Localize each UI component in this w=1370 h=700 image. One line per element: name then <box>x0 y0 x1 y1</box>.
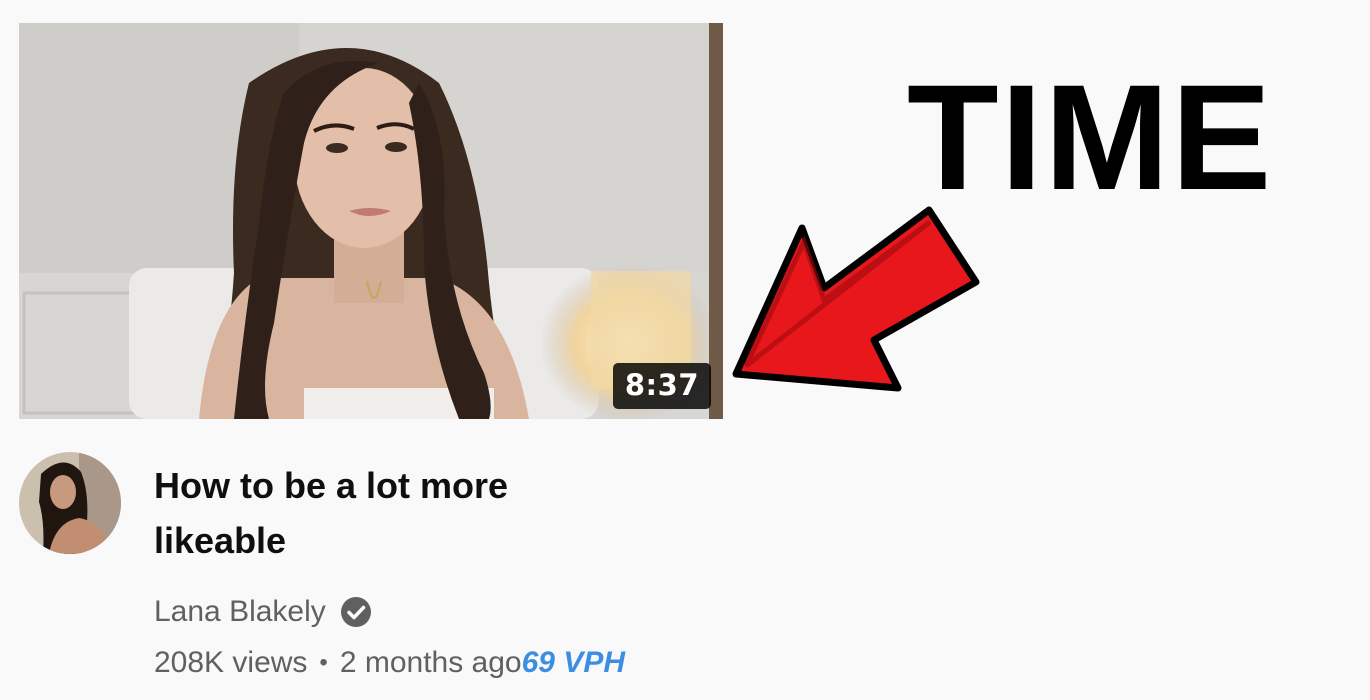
upload-age: 2 months ago <box>339 646 522 679</box>
channel-row: Lana Blakely <box>154 591 625 633</box>
thumbnail-image <box>19 23 723 419</box>
channel-avatar[interactable] <box>19 452 121 554</box>
check-circle-icon <box>340 597 371 627</box>
duration-badge: 8:37 <box>612 363 711 409</box>
video-title[interactable]: How to be a lot more likeable <box>154 458 574 568</box>
video-details: How to be a lot more likeable Lana Blake… <box>154 458 625 683</box>
separator-dot: • <box>319 649 328 676</box>
channel-name[interactable]: Lana Blakely <box>154 595 326 629</box>
avatar-image <box>19 452 121 554</box>
video-thumbnail[interactable]: 8:37 <box>19 23 723 419</box>
vph-badge: 69 VPH <box>521 646 626 679</box>
annotation-label: TIME <box>907 53 1274 221</box>
view-count: 208K views <box>154 646 308 679</box>
video-stats: 208K views • 2 months ago 69 VPH <box>154 643 625 683</box>
red-arrow-icon <box>732 206 980 392</box>
